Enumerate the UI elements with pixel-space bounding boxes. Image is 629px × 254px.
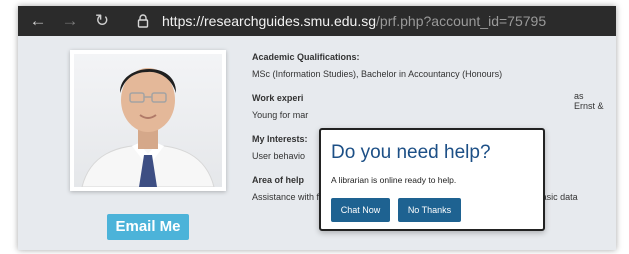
- work-experience-text: Young for mar: [252, 110, 309, 120]
- lock-icon: [132, 14, 154, 28]
- profile-photo-card: [70, 50, 226, 191]
- qualifications-label: Academic Qualifications:: [252, 52, 360, 62]
- no-thanks-button[interactable]: No Thanks: [398, 198, 461, 222]
- address-bar[interactable]: https://researchguides.smu.edu.sg/prf.ph…: [162, 13, 546, 29]
- profile-page: Email Me Academic Qualifications: MSc (I…: [18, 36, 616, 250]
- browser-toolbar: ← → ↻ https://researchguides.smu.edu.sg/…: [18, 6, 616, 36]
- back-icon[interactable]: ←: [26, 11, 50, 31]
- url-path: /prf.php?account_id=75795: [376, 13, 547, 29]
- dialog-title: Do you need help?: [331, 142, 491, 163]
- dialog-message: A librarian is online ready to help.: [331, 175, 457, 185]
- work-experience-text-right: as Ernst &: [574, 91, 604, 111]
- forward-icon[interactable]: →: [58, 11, 82, 31]
- email-me-button[interactable]: Email Me: [107, 214, 189, 240]
- chat-help-dialog: Do you need help? A librarian is online …: [319, 128, 545, 231]
- qualifications-text: MSc (Information Studies), Bachelor in A…: [252, 69, 503, 79]
- work-experience-label: Work experi: [252, 93, 304, 103]
- url-domain: https://researchguides.smu.edu.sg: [162, 13, 377, 29]
- reload-icon[interactable]: ↻: [90, 11, 114, 31]
- screenshot-frame: ← → ↻ https://researchguides.smu.edu.sg/…: [18, 6, 616, 250]
- chat-now-button[interactable]: Chat Now: [331, 198, 390, 222]
- profile-photo: [74, 54, 222, 187]
